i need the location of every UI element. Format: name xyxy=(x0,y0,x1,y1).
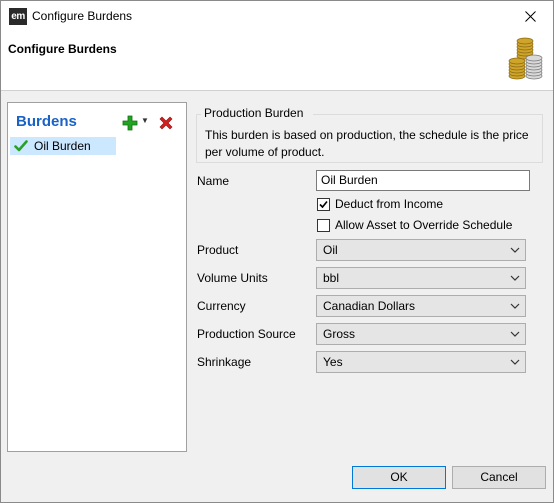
product-value: Oil xyxy=(323,243,338,257)
coins-icon xyxy=(508,37,543,80)
add-icon[interactable] xyxy=(122,115,138,131)
checkbox-box xyxy=(317,218,330,232)
app-icon: em xyxy=(9,8,27,25)
production-source-label: Production Source xyxy=(197,327,296,341)
cancel-button[interactable]: Cancel xyxy=(452,466,546,489)
product-label: Product xyxy=(197,243,239,257)
production-source-value: Gross xyxy=(323,327,356,341)
name-label: Name xyxy=(197,174,230,188)
volume-units-select[interactable]: bbl xyxy=(316,267,526,289)
check-icon xyxy=(319,200,328,208)
currency-label: Currency xyxy=(197,299,246,313)
volume-units-value: bbl xyxy=(323,271,340,285)
list-item-label: Oil Burden xyxy=(34,139,91,153)
page-title: Configure Burdens xyxy=(8,42,117,56)
list-item[interactable]: Oil Burden xyxy=(10,137,116,155)
chevron-down-icon xyxy=(510,303,520,309)
production-source-select[interactable]: Gross xyxy=(316,323,526,345)
chevron-down-icon xyxy=(510,247,520,253)
burdens-title: Burdens xyxy=(16,113,77,130)
chevron-down-icon xyxy=(510,331,520,337)
group-description: This burden is based on production, the … xyxy=(205,128,529,159)
close-icon xyxy=(524,11,536,22)
close-button[interactable] xyxy=(507,1,553,32)
burdens-panel: Burdens ▼ Oil Burden xyxy=(7,102,187,452)
checkmark-icon xyxy=(14,140,28,152)
currency-value: Canadian Dollars xyxy=(323,299,416,313)
ok-button[interactable]: OK xyxy=(352,466,446,489)
title-bar: em Configure Burdens xyxy=(1,1,553,32)
dialog-window: em Configure Burdens Configure Burdens B… xyxy=(0,0,554,503)
deduct-label: Deduct from Income xyxy=(335,197,444,211)
shrinkage-value: Yes xyxy=(323,355,343,369)
volume-units-label: Volume Units xyxy=(197,271,268,285)
window-title: Configure Burdens xyxy=(32,9,133,23)
product-select[interactable]: Oil xyxy=(316,239,526,261)
allow-override-checkbox[interactable]: Allow Asset to Override Schedule xyxy=(317,218,512,232)
name-field[interactable]: Oil Burden xyxy=(316,170,530,191)
chevron-down-icon xyxy=(510,275,520,281)
currency-select[interactable]: Canadian Dollars xyxy=(316,295,526,317)
shrinkage-select[interactable]: Yes xyxy=(316,351,526,373)
shrinkage-label: Shrinkage xyxy=(197,355,252,369)
group-legend: Production Burden xyxy=(201,106,307,120)
deduct-from-income-checkbox[interactable]: Deduct from Income xyxy=(317,197,443,211)
chevron-down-icon xyxy=(510,359,520,365)
add-dropdown-icon[interactable]: ▼ xyxy=(141,116,149,125)
checkbox-box xyxy=(317,197,330,211)
dialog-header: Configure Burdens xyxy=(1,32,553,91)
allow-override-label: Allow Asset to Override Schedule xyxy=(335,218,513,232)
delete-icon[interactable] xyxy=(157,114,175,132)
